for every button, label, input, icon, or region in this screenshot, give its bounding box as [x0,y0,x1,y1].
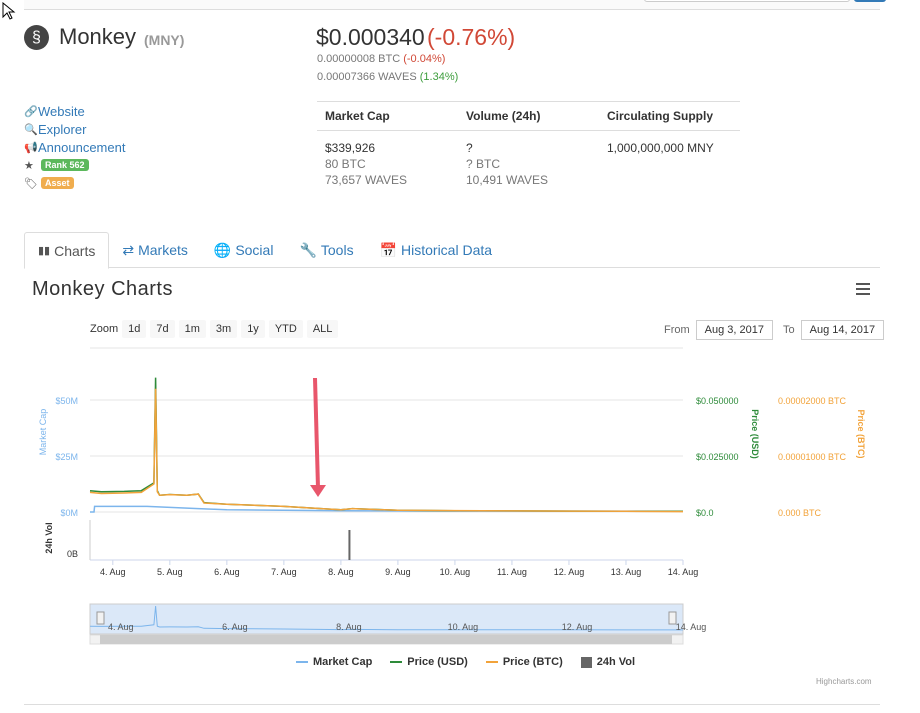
x-tick-label: 6. Aug [214,567,240,577]
divider [24,704,880,705]
series-line-price-usd- [89,377,683,512]
annotation-arrowhead [310,485,326,497]
navigator-tick-label: 6. Aug [222,622,248,632]
y-usd-tick-label: $0.025000 [696,452,739,462]
y-btc-tick-label: 0.00001000 BTC [778,452,847,462]
y-btc-tick-label: 0.000 BTC [778,508,822,518]
x-tick-label: 10. Aug [440,567,471,577]
y-left-tick-label: $25M [55,452,78,462]
x-tick-label: 12. Aug [554,567,585,577]
navigator-tick-label: 4. Aug [108,622,134,632]
navigator-tick-label: 10. Aug [448,622,479,632]
volume-axis-label: 24h Vol [44,522,54,553]
legend-label: 24h Vol [596,656,636,668]
y-btc-tick-label: 0.00002000 BTC [778,396,847,406]
chart-legend: Market Cap Price (USD) Price (BTC) 24h V… [296,656,635,668]
navigator-tick-label: 12. Aug [562,622,593,632]
x-tick-label: 8. Aug [328,567,354,577]
x-tick-label: 5. Aug [157,567,183,577]
legend-24h-vol[interactable]: 24h Vol [580,656,636,668]
x-tick-label: 14. Aug [668,567,699,577]
volume-tick-label: 0B [67,549,78,559]
highcharts-credit[interactable]: Highcharts.com [816,677,872,686]
y-usd-axis-label: Price (USD) [750,409,760,459]
navigator-scrollbar-thumb [100,635,672,644]
legend-label: Price (BTC) [502,656,563,668]
x-tick-label: 13. Aug [611,567,642,577]
series-line-price-btc- [89,388,684,513]
volume-bar [348,530,351,560]
y-left-tick-label: $0M [60,508,78,518]
navigator-tick-label: 8. Aug [336,622,362,632]
x-tick-label: 11. Aug [497,567,527,577]
legend-label: Price (USD) [407,656,468,668]
legend-label: Market Cap [313,656,373,668]
price-chart: $50M $25M $0M Market Cap $0.050000 $0.025000 $… [38,347,866,645]
legend-price-usd[interactable]: Price (USD) [390,656,468,668]
navigator-tick-label: 14. Aug [676,622,707,632]
annotation-arrow [313,377,320,489]
y-left-tick-label: $50M [55,396,78,406]
y-btc-axis-label: Price (BTC) [856,409,866,458]
y-usd-tick-label: $0.0 [696,508,714,518]
legend-market-cap[interactable]: Market Cap [296,656,372,668]
x-tick-label: 4. Aug [100,567,126,577]
x-tick-label: 7. Aug [271,567,297,577]
navigator-handle [96,611,105,625]
y-left-axis-label: Market Cap [38,409,48,456]
x-tick-label: 9. Aug [385,567,411,577]
legend-price-btc[interactable]: Price (BTC) [485,656,563,668]
y-usd-tick-label: $0.050000 [696,396,739,406]
